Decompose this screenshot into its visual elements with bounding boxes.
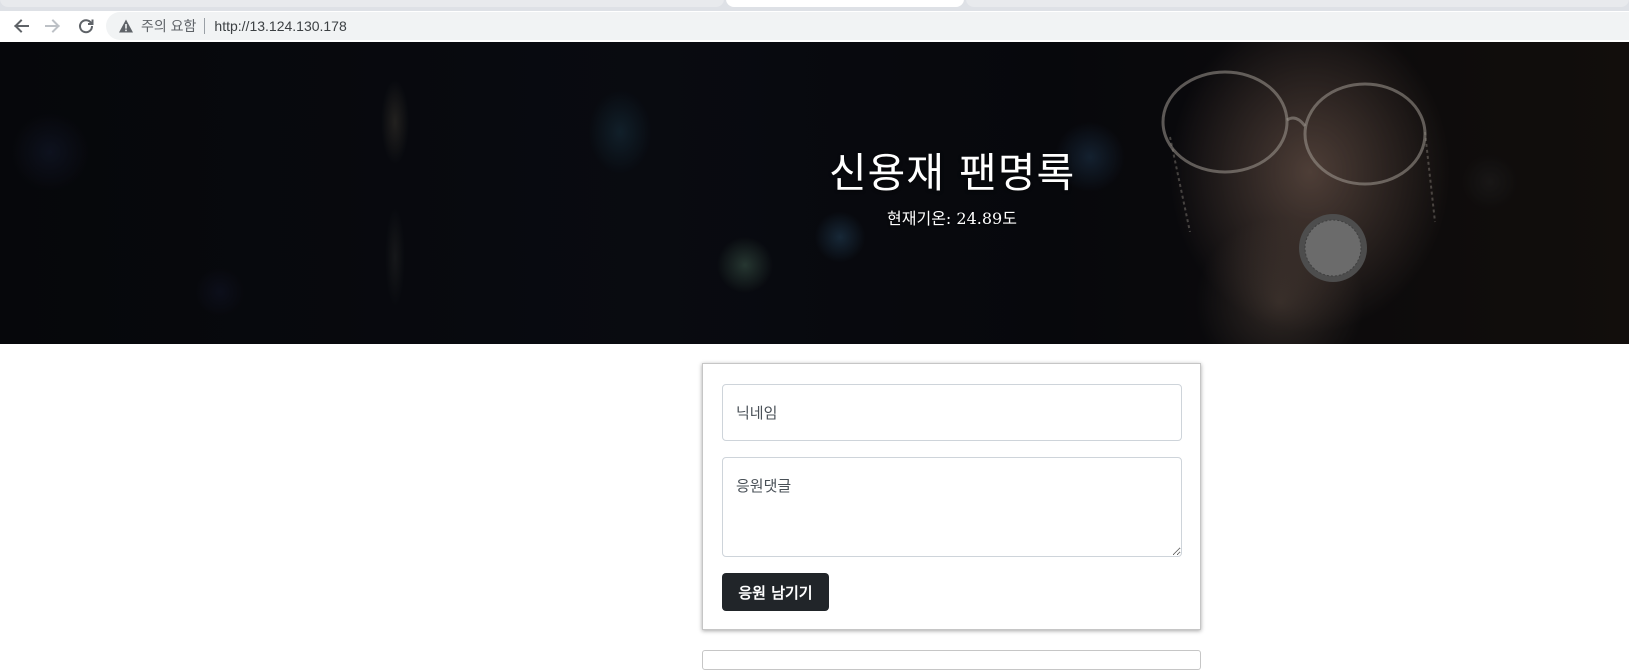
- security-indicator[interactable]: 주의 요함: [118, 16, 196, 36]
- page-title: 신용재 팬명록: [828, 149, 1076, 197]
- tab-inactive[interactable]: [966, 0, 1629, 7]
- tab-strip: [0, 0, 1629, 11]
- browser-toolbar: 주의 요함 http://13.124.130.178: [0, 11, 1629, 42]
- tab-inactive[interactable]: [0, 0, 724, 7]
- nickname-input[interactable]: [722, 384, 1182, 441]
- comment-card: [702, 650, 1201, 670]
- arrow-left-icon[interactable]: [9, 14, 33, 38]
- hero-banner: 신용재 팬명록 현재기온: 24.89도: [0, 42, 1629, 344]
- comment-textarea[interactable]: [722, 457, 1182, 557]
- security-label: 주의 요함: [141, 18, 197, 34]
- address-separator: [204, 18, 206, 34]
- warning-triangle-icon: [119, 19, 133, 33]
- address-bar[interactable]: 주의 요함 http://13.124.130.178: [106, 12, 1629, 40]
- arrow-right-icon[interactable]: [41, 14, 65, 38]
- submit-cheer-button[interactable]: 응원 남기기: [722, 573, 829, 611]
- reload-icon[interactable]: [74, 14, 98, 38]
- url-text[interactable]: http://13.124.130.178: [214, 18, 346, 34]
- tab-active[interactable]: [726, 0, 964, 7]
- weather-text: 현재기온: 24.89도: [887, 209, 1017, 228]
- guestbook-form-card: 응원 남기기: [702, 363, 1201, 630]
